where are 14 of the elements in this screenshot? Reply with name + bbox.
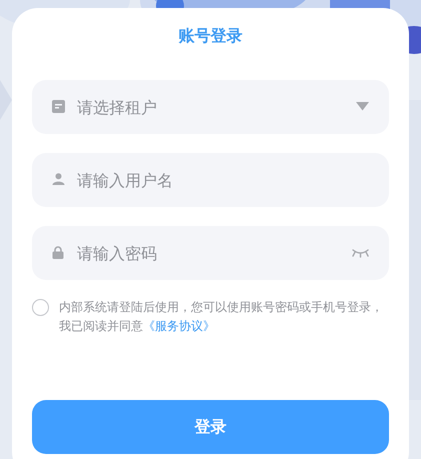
login-button[interactable]: 登录 [32, 400, 389, 454]
dropdown-caret-icon[interactable] [356, 102, 369, 111]
agreement-text: 内部系统请登陆后使用，您可以使用账号密码或手机号登录，我已阅读并同意《服务协议》 [59, 299, 384, 335]
lock-icon [52, 246, 64, 259]
user-icon [52, 173, 65, 185]
service-agreement-link[interactable]: 《服务协议》 [143, 319, 215, 333]
input-field[interactable]: 请输入用户名 [32, 153, 389, 207]
input-field[interactable]: 请输入密码 [32, 226, 389, 280]
document-icon [52, 100, 65, 113]
agree-checkbox[interactable] [32, 299, 49, 316]
card-title: 账号登录 [178, 25, 242, 47]
tenant-select[interactable]: 请选择租户 [32, 80, 389, 134]
background-arrow [0, 80, 12, 120]
closed-eye-icon[interactable] [352, 248, 369, 258]
